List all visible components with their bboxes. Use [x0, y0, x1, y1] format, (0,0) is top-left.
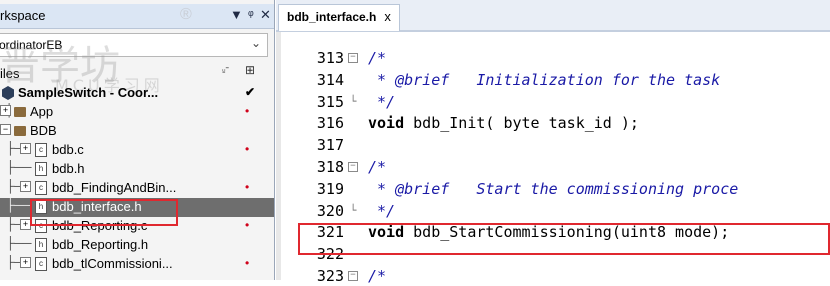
c-file-icon: c [35, 143, 47, 157]
code-text: */ [368, 201, 395, 221]
tab-close-icon[interactable]: x [384, 9, 391, 24]
fold-collapse-icon[interactable]: − [346, 266, 360, 286]
fold-collapse-icon[interactable]: − [346, 157, 360, 177]
code-line[interactable]: 320 └ */ [276, 201, 830, 221]
tree-item-label: bdb_FindingAndBin... [52, 180, 177, 195]
keyword-token: void [368, 114, 405, 133]
code-token: bdb_Init( byte task_id ); [404, 114, 639, 133]
project-icon [2, 86, 14, 100]
comment-token: /* [368, 267, 387, 285]
code-text: * @brief Initialization for the task [368, 70, 720, 90]
workspace-panel: rkspace ® ▼ ᵠ ✕ ordinatorEB ⌄ iles ⸚ˉ ⊞ … [0, 0, 275, 280]
fold-end-icon: └ [349, 94, 357, 108]
code-line[interactable]: 318−/* [276, 157, 830, 177]
tab-bdb-interface-h[interactable]: bdb_interface.h x [278, 4, 400, 31]
tree-item-label: SampleSwitch - Coor... [18, 85, 159, 100]
modified-dot-icon: • [245, 180, 250, 194]
code-text: * @brief Start the commissioning proce [368, 179, 738, 199]
tree-item-label: App [30, 104, 54, 119]
code-text: void bdb_Init( byte task_id ); [368, 113, 639, 133]
options-icon[interactable]: ⸚ˉ [222, 64, 229, 79]
close-icon[interactable]: ✕ [260, 7, 271, 23]
fold-end-icon: └ [349, 203, 357, 217]
h-file-icon: h [35, 238, 47, 252]
code-line[interactable]: 323−/* [276, 266, 830, 286]
expand-icon[interactable]: + [0, 105, 11, 116]
tree-item-bdb-tlcommissioning[interactable]: ├─ + c bdb_tlCommissioni... • [0, 255, 274, 274]
comment-token: */ [368, 92, 396, 111]
comment-token: /* [368, 49, 387, 67]
line-number: 313 [316, 49, 344, 67]
tree-item-label: bdb_Reporting.h [52, 237, 149, 252]
workspace-title: rkspace [0, 8, 46, 23]
expand-icon[interactable]: + [20, 257, 31, 268]
comment-token: */ [368, 201, 396, 220]
pin-icon[interactable]: ᵠ [248, 7, 254, 22]
fold-collapse-icon[interactable]: − [346, 48, 360, 68]
code-line[interactable]: 313−/* [276, 48, 830, 68]
folder-icon [14, 126, 26, 136]
tree-item-label: bdb.c [52, 142, 84, 157]
collapse-icon[interactable]: − [0, 124, 11, 135]
line-number: 318 [316, 158, 344, 176]
comment-token: /* [368, 158, 387, 176]
tab-label: bdb_interface.h [287, 10, 377, 24]
modified-dot-icon: • [245, 142, 250, 156]
code-text: */ [368, 92, 395, 112]
chevron-down-icon[interactable]: ⌄ [251, 36, 261, 50]
tree-item-app[interactable]: │ + App • [0, 103, 274, 122]
code-text: /* [368, 266, 386, 286]
c-file-icon: c [35, 181, 47, 195]
code-line[interactable]: 315 └ */ [276, 92, 830, 112]
code-line[interactable]: 314 * @brief Initialization for the task [276, 70, 830, 90]
dropdown-arrow-icon[interactable]: ▼ [230, 7, 243, 22]
modified-dot-icon: • [245, 104, 250, 118]
code-text: /* [368, 48, 386, 68]
modified-dot-icon: • [245, 218, 250, 232]
tree-item-label: bdb_tlCommissioni... [52, 256, 173, 271]
code-editor: bdb_interface.h x 313−/* 314 * @brief Init… [276, 0, 830, 285]
tree-item-bdb-c[interactable]: ├─ + c bdb.c • [0, 141, 274, 160]
tree-item-label: bdb.h [52, 161, 85, 176]
expand-icon[interactable]: + [20, 143, 31, 154]
check-icon: ✔ [245, 85, 256, 99]
registered-mark: ® [180, 6, 192, 23]
code-line[interactable]: 319 * @brief Start the commissioning pro… [276, 179, 830, 199]
line-number: 320 [316, 201, 344, 220]
code-text: /* [368, 157, 386, 177]
highlight-box-code [298, 223, 830, 255]
line-number: 315 [316, 92, 344, 111]
line-number: 319 [316, 179, 344, 198]
tree-item-bdb[interactable]: − BDB [0, 122, 274, 141]
editor-tab-bar: bdb_interface.h x [276, 0, 830, 32]
tree-item-bdb-reporting-h[interactable]: ├── h bdb_Reporting.h [0, 236, 274, 255]
c-file-icon: c [35, 257, 47, 271]
h-file-icon: h [35, 162, 47, 176]
comment-token: * @brief Initialization for the task [368, 70, 721, 89]
line-number: 323 [316, 267, 344, 285]
tree-item-bdb-findingandbinding[interactable]: ├─ + c bdb_FindingAndBin... • [0, 179, 274, 198]
tree-item-bdb-h[interactable]: ├── h bdb.h [0, 160, 274, 179]
modified-dot-icon: • [245, 256, 250, 270]
highlight-box-file [30, 199, 178, 226]
line-number: 317 [316, 136, 344, 155]
expand-icon[interactable]: + [20, 181, 31, 192]
tree-item-project[interactable]: SampleSwitch - Coor... ✔ [0, 84, 274, 103]
workspace-header: rkspace ® ▼ ᵠ ✕ [0, 4, 274, 29]
comment-token: * @brief Start the commissioning proce [368, 179, 739, 198]
folder-icon [14, 107, 26, 117]
output-icon[interactable]: ⊞ [245, 63, 255, 77]
tree-item-label: BDB [30, 123, 57, 138]
line-number: 316 [316, 114, 344, 133]
code-line[interactable]: 317 [276, 135, 830, 155]
code-line[interactable]: 316 void bdb_Init( byte task_id ); [276, 113, 830, 133]
line-number: 314 [316, 70, 344, 89]
